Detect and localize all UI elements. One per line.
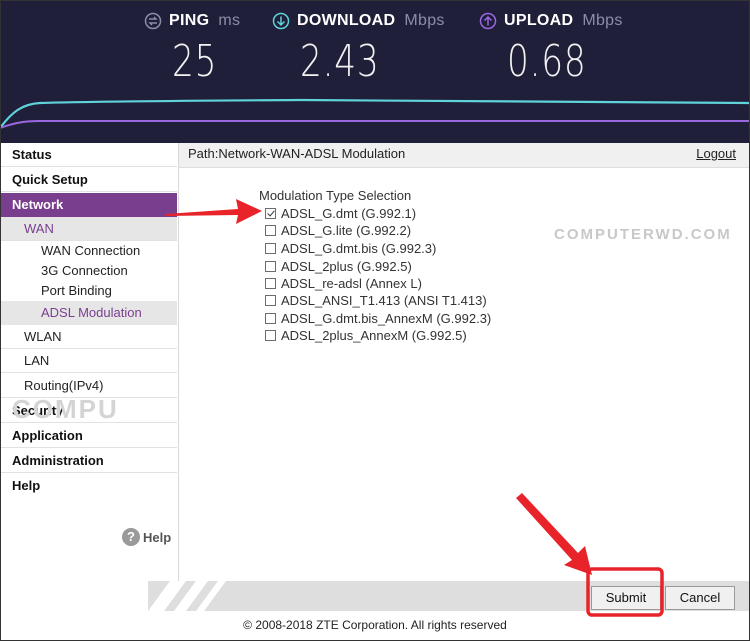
sidebar-item-administration[interactable]: Administration (0, 449, 177, 473)
sidebar-item-quick-setup[interactable]: Quick Setup (0, 168, 177, 192)
option-label: ADSL_2plus_AnnexM (G.992.5) (281, 327, 467, 343)
modulation-option[interactable]: ADSL_G.dmt (G.992.1) (265, 205, 416, 221)
sidebar-item-wan[interactable]: WAN (0, 217, 177, 241)
speedtest-banner: PING ms 25 DOWNLOAD Mbps 2.43 UPLOAD Mbp… (0, 0, 750, 143)
modulation-section-title: Modulation Type Selection (259, 188, 412, 203)
breadcrumb: Path:Network-WAN-ADSL Modulation (188, 146, 406, 161)
modulation-option[interactable]: ADSL_G.dmt.bis (G.992.3) (265, 240, 436, 256)
ping-value: 25 (172, 36, 218, 87)
ping-icon (144, 12, 162, 30)
help-question-icon: ? (122, 528, 140, 546)
sidebar-item-application[interactable]: Application (0, 424, 177, 448)
watermark-main: COMPUTERWD.COM (554, 226, 732, 243)
checkbox[interactable] (265, 207, 276, 219)
modulation-option[interactable]: ADSL_ANSI_T1.413 (ANSI T1.413) (265, 292, 487, 308)
download-label: DOWNLOAD (297, 12, 396, 29)
option-label: ADSL_re-adsl (Annex L) (281, 275, 422, 291)
option-label: ADSL_2plus (G.992.5) (281, 258, 412, 274)
checkbox[interactable] (265, 277, 276, 289)
download-arrow-icon (272, 12, 290, 30)
upload-label: UPLOAD (504, 12, 574, 29)
checkbox[interactable] (265, 329, 276, 341)
checkbox[interactable] (265, 294, 276, 306)
sidebar-item-help[interactable]: Help (0, 474, 177, 498)
download-metric: DOWNLOAD Mbps 2.43 (272, 12, 445, 87)
watermark-sidebar: COMPU (12, 394, 119, 424)
option-label: ADSL_G.dmt (G.992.1) (281, 205, 417, 221)
modulation-option[interactable]: ADSL_G.lite (G.992.2) (265, 222, 411, 238)
upload-arrow-icon (479, 12, 497, 30)
ping-label: PING (169, 12, 210, 29)
checkbox[interactable] (265, 242, 276, 254)
help-link[interactable]: ? Help (122, 528, 171, 546)
download-unit: Mbps (404, 12, 445, 29)
sidebar-item-status[interactable]: Status (0, 143, 177, 167)
help-link-label: Help (143, 529, 172, 545)
logout-link[interactable]: Logout (696, 143, 736, 165)
modulation-option[interactable]: ADSL_2plus (G.992.5) (265, 258, 412, 274)
modulation-option[interactable]: ADSL_2plus_AnnexM (G.992.5) (265, 327, 467, 343)
ping-unit: ms (218, 12, 241, 29)
option-label: ADSL_G.lite (G.992.2) (281, 222, 412, 238)
upload-unit: Mbps (582, 12, 623, 29)
upload-value: 0.68 (507, 36, 587, 87)
option-label: ADSL_ANSI_T1.413 (ANSI T1.413) (281, 292, 487, 308)
sidebar-item-adsl-modulation[interactable]: ADSL Modulation (0, 301, 177, 325)
sidebar-nav: Status Quick Setup Network WAN WAN Conne… (0, 143, 179, 581)
annotation-arrow-network (166, 199, 262, 224)
download-value: 2.43 (300, 36, 380, 87)
sidebar-item-wlan[interactable]: WLAN (0, 325, 177, 349)
upload-graph-line (0, 120, 750, 129)
download-graph-line (0, 98, 750, 129)
path-bar: Path:Network-WAN-ADSL Modulation Logout (179, 143, 750, 168)
checkbox[interactable] (265, 224, 276, 236)
option-label: ADSL_G.dmt.bis (G.992.3) (281, 240, 437, 256)
option-label: ADSL_G.dmt.bis_AnnexM (G.992.3) (281, 310, 492, 326)
copyright-text: © 2008-2018 ZTE Corporation. All rights … (243, 618, 507, 632)
upload-metric: UPLOAD Mbps 0.68 (479, 12, 623, 87)
checkbox[interactable] (265, 312, 276, 324)
sidebar-item-port-binding[interactable]: Port Binding (0, 279, 177, 303)
modulation-option[interactable]: ADSL_re-adsl (Annex L) (265, 275, 422, 291)
modulation-option[interactable]: ADSL_G.dmt.bis_AnnexM (G.992.3) (265, 310, 491, 326)
cancel-button[interactable]: Cancel (665, 586, 735, 610)
checkbox[interactable] (265, 260, 276, 272)
annotation-arrow-submit (516, 493, 592, 575)
ping-metric: PING ms 25 (144, 12, 240, 87)
sidebar-item-lan[interactable]: LAN (0, 349, 177, 373)
submit-button[interactable]: Submit (591, 586, 661, 610)
sidebar-item-network[interactable]: Network (0, 193, 177, 217)
